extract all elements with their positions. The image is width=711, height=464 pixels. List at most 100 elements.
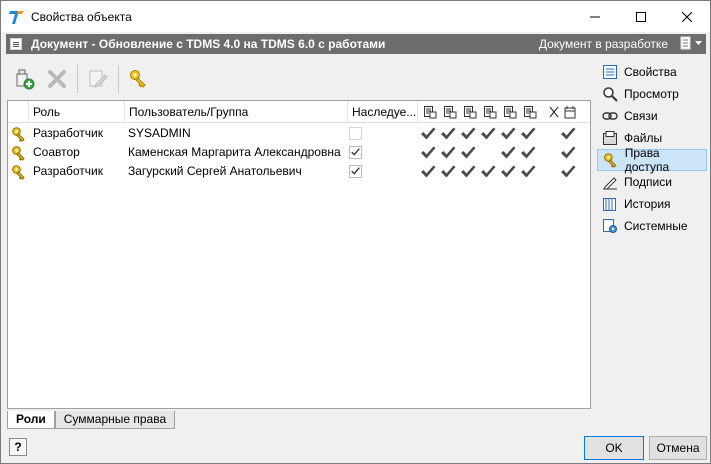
signature-icon [603,177,617,190]
sidebar-item-magnifier[interactable]: Просмотр [597,83,707,105]
list-icon [603,65,617,79]
delete-button[interactable] [41,63,73,95]
status-doc-icon [680,36,691,50]
permission-check-icon[interactable] [440,145,456,160]
sidebar-item-list[interactable]: Свойства [597,61,707,83]
window-title: Свойства объекта [31,9,132,24]
document-status: Документ в разработке [538,37,668,51]
permission-check-icon[interactable] [460,145,476,160]
permission-check-icon[interactable] [520,164,536,179]
permission-check-icon[interactable] [460,164,476,179]
help-button[interactable]: ? [9,438,27,456]
header-inherited[interactable]: Наследуе... [348,101,418,123]
sidebar-item-label: История [624,197,671,211]
sidebar-item-system[interactable]: Системные [597,215,707,237]
permission-check-icon[interactable] [500,126,516,141]
permission-check-icon[interactable] [420,126,436,141]
edit-button[interactable] [82,63,114,95]
ok-button[interactable]: OK [584,436,644,460]
add-role-icon [16,69,35,90]
toolbar-separator [77,65,78,93]
status-menu-button[interactable] [680,36,702,50]
table-row[interactable]: Соавтор Каменская Маргарита Александровна [8,143,590,162]
role-cell: Разработчик [33,164,103,178]
checkmark-icon [351,148,360,156]
permission-check-icon[interactable] [520,145,536,160]
sidebar-item-label: Файлы [624,131,663,145]
cancel-button[interactable]: Отмена [649,436,707,460]
magnifier-icon [603,87,618,102]
document-header: Документ - Обновление с TDMS 4.0 на TDMS… [6,34,706,54]
close-button[interactable] [664,1,710,32]
key-icon [604,153,617,168]
permissions-button[interactable] [123,63,155,95]
doc-copy-icon [524,106,537,119]
sidebar: Свойства Просмотр Связи Файлы Права доступа П… [597,61,707,237]
sidebar-item-label: Связи [624,109,658,123]
sidebar-item-history[interactable]: История [597,193,707,215]
sidebar-item-signature[interactable]: Подписи [597,171,707,193]
permission-check-icon[interactable] [420,145,436,160]
permission-check-icon[interactable] [420,164,436,179]
inherited-checkbox[interactable] [349,146,362,159]
roles-grid[interactable]: Роль Пользователь/Группа Наследуе... Раз… [7,100,591,409]
doc-create-icon [464,106,477,119]
header-role[interactable]: Роль [29,101,125,123]
calendar-icon [564,106,576,119]
minimize-icon [590,16,600,17]
properties-window: Свойства объекта Документ - Обновление с… [0,0,711,464]
link-icon [602,112,618,120]
document-title: Документ - Обновление с TDMS 4.0 на TDMS… [31,37,386,51]
sidebar-item-label: Свойства [624,65,677,79]
table-row[interactable]: Разработчик Загурский Сергей Анатольевич [8,162,590,181]
minimize-button[interactable] [572,1,618,32]
toolbar-separator [118,65,119,93]
permission-check-icon[interactable] [440,126,456,141]
inherited-checkbox[interactable] [349,127,362,140]
role-cell: Соавтор [33,145,80,159]
sidebar-item-label: Права доступа [624,146,670,174]
user-cell: SYSADMIN [128,126,191,140]
add-role-button[interactable] [9,63,41,95]
tab-roles[interactable]: Роли [7,411,55,429]
permission-check-icon[interactable] [520,126,536,141]
sidebar-item-key[interactable]: Права доступа [597,146,707,174]
grid-tabs: Роли Суммарные права [7,411,176,429]
sidebar-item-link[interactable]: Связи [597,105,707,127]
permission-check-icon[interactable] [460,126,476,141]
history-icon [603,198,616,211]
sidebar-item-label: Системные [624,219,688,233]
cut-icon [549,106,559,118]
header-icon-col [8,101,29,123]
files-icon [603,131,617,145]
doc-read-icon [424,106,437,119]
table-row[interactable]: Разработчик SYSADMIN [8,124,590,143]
tab-summary-rights[interactable]: Суммарные права [54,411,176,429]
maximize-icon [636,11,646,22]
permission-check-icon[interactable] [480,164,496,179]
permission-check-icon[interactable] [560,145,576,160]
delete-icon [48,70,66,88]
system-icon [603,219,617,233]
app-logo-icon [9,10,24,24]
window-controls [572,1,710,32]
title-bar: Свойства объекта [1,1,710,32]
close-icon [682,11,692,22]
chevron-down-icon [695,41,702,45]
permission-check-icon[interactable] [480,126,496,141]
permission-check-icon[interactable] [440,164,456,179]
sidebar-item-label: Подписи [624,175,672,189]
doc-approve-icon [484,106,497,119]
key-icon [130,70,146,88]
role-key-icon [12,127,25,142]
maximize-button[interactable] [618,1,664,32]
permission-check-icon[interactable] [500,145,516,160]
header-user[interactable]: Пользователь/Группа [125,101,348,123]
sidebar-item-label: Просмотр [624,87,679,101]
permission-check-icon[interactable] [560,164,576,179]
document-icon [10,38,22,50]
permission-check-icon[interactable] [500,164,516,179]
permission-check-icon[interactable] [560,126,576,141]
inherited-checkbox[interactable] [349,165,362,178]
role-key-icon [12,146,25,161]
